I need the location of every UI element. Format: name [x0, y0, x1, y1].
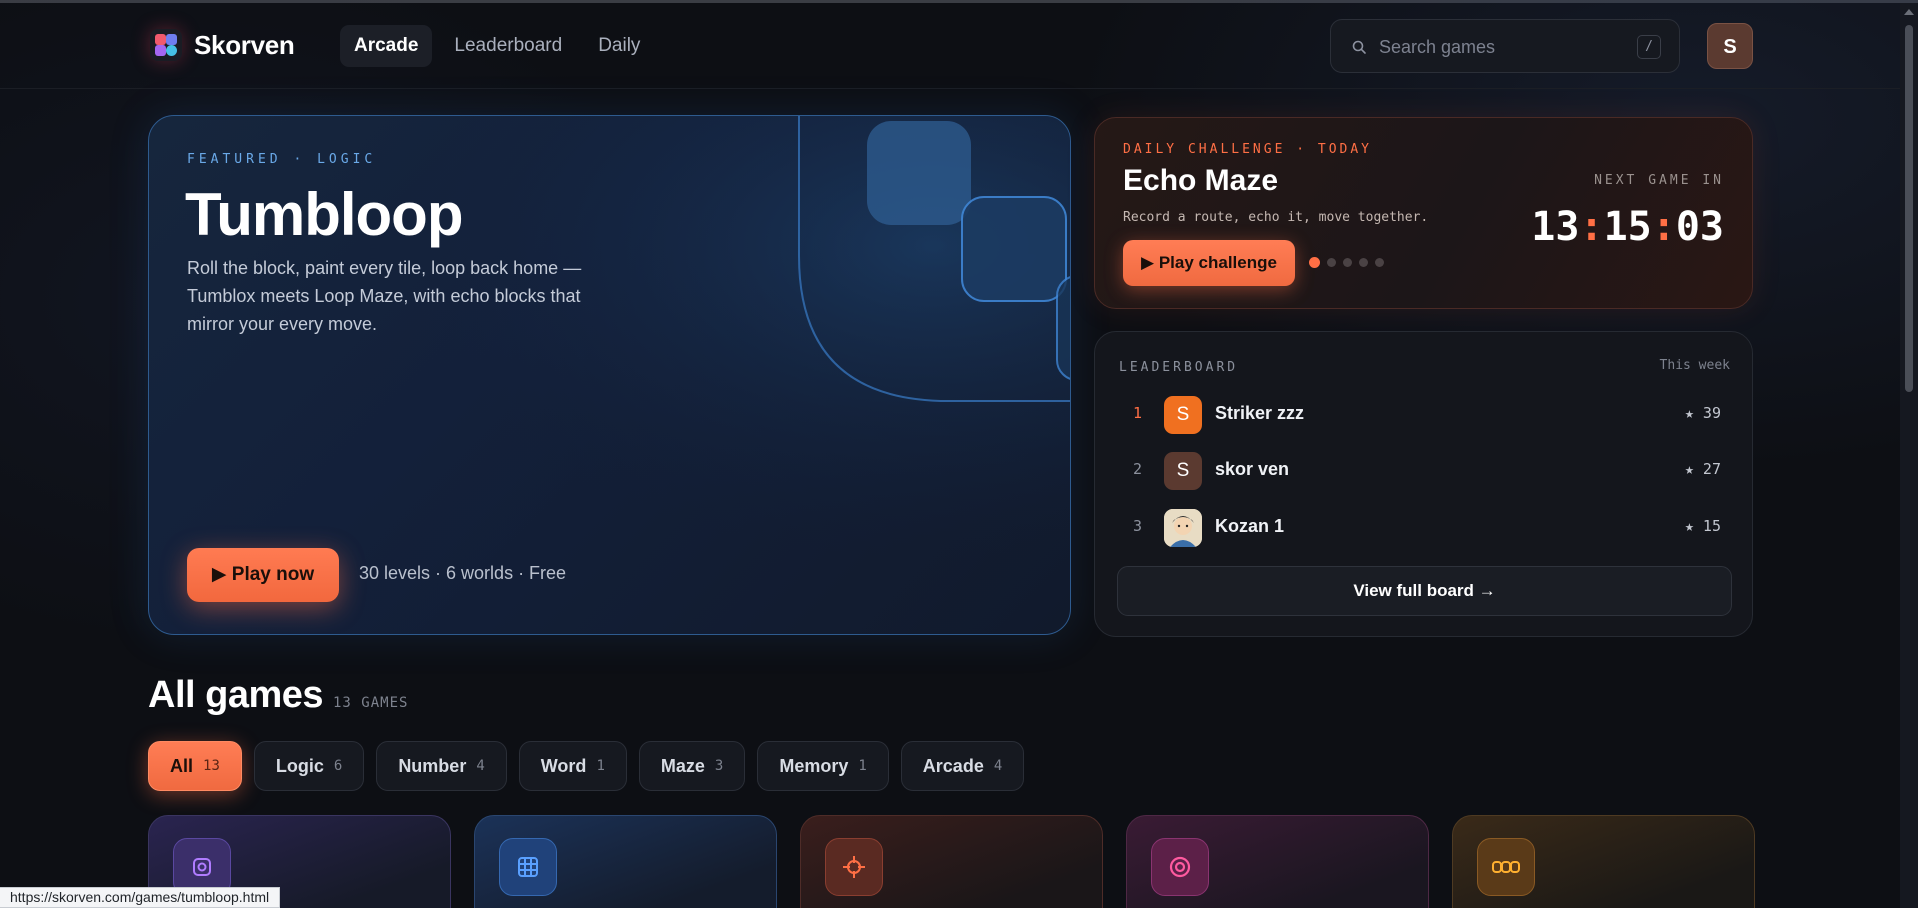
brand-name: Skorven: [194, 29, 295, 60]
daily-title: Echo Maze: [1123, 164, 1279, 197]
daily-eyebrow: DAILY CHALLENGE · TODAY: [1123, 142, 1373, 157]
filter-count: 3: [714, 758, 724, 774]
leaderboard-row[interactable]: 1 S Striker zzz ★ 39: [1119, 389, 1731, 439]
filter-logic[interactable]: Logic 6: [253, 741, 365, 791]
page-scrollbar[interactable]: [1900, 3, 1918, 908]
countdown-seconds: 03: [1675, 204, 1724, 250]
carousel-dots: [1309, 257, 1384, 268]
game-card[interactable]: [800, 815, 1103, 908]
logo-icon: [150, 29, 182, 61]
carousel-dot[interactable]: [1343, 258, 1352, 267]
leaderboard-title: LEADERBOARD: [1119, 360, 1239, 375]
search-input[interactable]: [1379, 30, 1619, 64]
filter-count: 6: [333, 758, 343, 774]
scrollbar-thumb[interactable]: [1905, 25, 1913, 392]
search-box[interactable]: /: [1330, 19, 1680, 73]
all-games-count: 13 GAMES: [333, 695, 409, 711]
filter-label: Number: [398, 755, 467, 776]
player-score: ★ 27: [1684, 460, 1721, 478]
search-shortcut-hint: /: [1637, 35, 1661, 59]
filter-count: 1: [858, 758, 867, 774]
player-avatar: S: [1164, 396, 1202, 434]
nav-leaderboard[interactable]: Leaderboard: [440, 25, 576, 67]
leaderboard-row[interactable]: 3 Kozan 1 ★ 15: [1119, 502, 1731, 552]
filter-label: Arcade: [922, 755, 984, 776]
top-header: Skorven Arcade Leaderboard Daily / S: [0, 3, 1900, 89]
countdown-minutes: 15: [1603, 204, 1652, 250]
player-score: ★ 15: [1684, 517, 1721, 535]
countdown-hours: 13: [1531, 204, 1580, 250]
filter-label: Maze: [660, 755, 705, 776]
all-games-title: All games: [148, 674, 324, 716]
ring-icon: [1151, 838, 1209, 896]
link-status-bar: https://skorven.com/games/tumbloop.html: [0, 887, 281, 908]
rank-number: 3: [1133, 517, 1143, 535]
filter-all[interactable]: All 13: [148, 741, 242, 791]
game-card[interactable]: [474, 815, 777, 908]
featured-title: Tumbloop: [185, 181, 463, 248]
countdown-separator: :: [1651, 204, 1676, 250]
countdown-timer: 13 : 15 : 03: [1531, 204, 1724, 250]
countdown-separator: :: [1579, 204, 1604, 250]
featured-eyebrow: FEATURED · LOGIC: [187, 152, 377, 167]
brand-logo[interactable]: Skorven: [150, 29, 295, 61]
filter-label: Word: [540, 755, 587, 776]
play-now-button[interactable]: ▶ Play now: [187, 548, 339, 602]
carousel-dot[interactable]: [1309, 257, 1320, 268]
filter-word[interactable]: Word 1: [518, 741, 627, 791]
rank-number: 1: [1133, 404, 1143, 422]
filter-count: 1: [596, 758, 605, 774]
grid-icon: [499, 838, 557, 896]
game-card[interactable]: [1126, 815, 1429, 908]
view-full-board-button[interactable]: View full board →: [1117, 566, 1732, 616]
carousel-dot[interactable]: [1359, 258, 1368, 267]
play-challenge-button[interactable]: ▶ Play challenge: [1123, 240, 1295, 286]
featured-card[interactable]: FEATURED · LOGIC Tumbloop Roll the block…: [148, 115, 1071, 635]
filter-memory[interactable]: Memory 1: [757, 741, 889, 791]
game-card[interactable]: [1452, 815, 1755, 908]
daily-subtitle: Record a route, echo it, move together.: [1123, 210, 1429, 225]
leaderboard-row[interactable]: 2 S skor ven ★ 27: [1119, 445, 1731, 495]
filter-count: 4: [476, 758, 485, 774]
filter-label: Memory: [779, 755, 849, 776]
player-avatar: S: [1164, 452, 1202, 490]
leaderboard-period: This week: [1659, 358, 1730, 373]
next-game-label: NEXT GAME IN: [1594, 173, 1724, 188]
player-score: ★ 39: [1684, 404, 1721, 422]
rank-number: 2: [1133, 460, 1143, 478]
player-name: Striker zzz: [1215, 403, 1305, 423]
scroll-up-icon[interactable]: [1904, 9, 1914, 15]
filter-count: 13: [203, 758, 220, 774]
player-avatar-image: [1164, 509, 1202, 547]
chain-icon: [1477, 838, 1535, 896]
player-name: skor ven: [1215, 459, 1290, 479]
crosshair-icon: [825, 838, 883, 896]
nav-arcade[interactable]: Arcade: [340, 25, 433, 67]
featured-meta: 30 levels · 6 worlds · Free: [359, 563, 567, 583]
carousel-dot[interactable]: [1375, 258, 1384, 267]
leaderboard-card: LEADERBOARD This week 1 S Striker zzz ★ …: [1094, 331, 1753, 637]
main-nav: Arcade Leaderboard Daily: [340, 25, 654, 67]
filter-count: 4: [993, 758, 1003, 774]
filter-arcade[interactable]: Arcade 4: [900, 741, 1025, 791]
category-filters: All 13 Logic 6 Number 4 Word 1 Maze 3 Me…: [148, 741, 1025, 791]
user-avatar[interactable]: S: [1707, 23, 1753, 69]
nav-daily[interactable]: Daily: [584, 25, 654, 67]
filter-maze[interactable]: Maze 3: [638, 741, 746, 791]
filter-number[interactable]: Number 4: [376, 741, 507, 791]
filter-label: All: [170, 755, 194, 776]
filter-label: Logic: [275, 755, 324, 776]
avatar-illustration-icon: [1164, 509, 1202, 547]
featured-description: Roll the block, paint every tile, loop b…: [187, 258, 582, 334]
carousel-dot[interactable]: [1327, 258, 1336, 267]
player-name: Kozan 1: [1215, 516, 1285, 536]
daily-challenge-card: DAILY CHALLENGE · TODAY Echo Maze Record…: [1094, 117, 1753, 309]
search-icon: [1352, 40, 1366, 54]
